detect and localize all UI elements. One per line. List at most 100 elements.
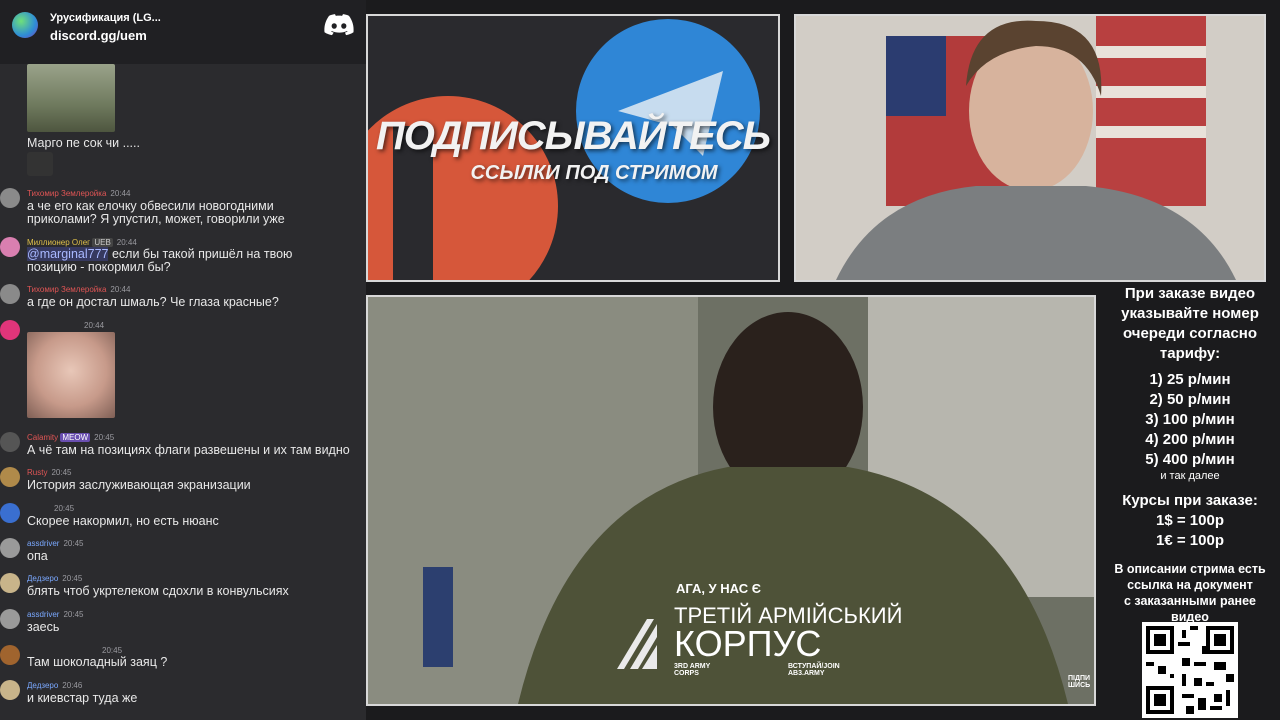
author-name: assdriver bbox=[27, 610, 60, 619]
info-line: очереди согласно bbox=[1122, 325, 1258, 342]
chat-message-text: @marginal777 если бы такой пришёл на тво… bbox=[27, 247, 293, 261]
corps-logo-icon bbox=[617, 619, 657, 669]
doc-note: ссылка на документ bbox=[1127, 578, 1253, 592]
chat-author[interactable]: assdriver 20:45 bbox=[27, 539, 83, 548]
doc-note: с заказанными ранее bbox=[1123, 594, 1256, 608]
discord-avatar-icon[interactable] bbox=[0, 320, 20, 340]
chat-author[interactable]: Миллионер Олег UEB 20:44 bbox=[27, 238, 137, 247]
discord-icon[interactable] bbox=[324, 14, 354, 36]
chat-message-text: заесь bbox=[27, 620, 60, 634]
role-badge: MEOW bbox=[60, 433, 91, 442]
author-name: Дедзеро bbox=[27, 574, 59, 583]
promo-subtitle: ССЫЛКИ ПОД СТРИМОМ bbox=[470, 162, 718, 184]
avatar[interactable] bbox=[0, 467, 20, 487]
chat-message-text: Скорее накормил, но есть нюанс bbox=[27, 514, 219, 528]
chat-message-text: приколами? Я упустил, может, говорили уж… bbox=[27, 212, 285, 226]
chat-header: Урусификация (LG... discord.gg/uem bbox=[0, 0, 366, 64]
rate-usd: 1$ = 100р bbox=[1156, 512, 1224, 529]
chat-author[interactable]: Calamity MEOW 20:45 bbox=[27, 433, 114, 442]
avatar[interactable] bbox=[0, 432, 20, 452]
timestamp: 20:45 bbox=[102, 646, 123, 655]
courses-title: Курсы при заказе: bbox=[1122, 492, 1258, 509]
chat-message-text: А чё там на позициях флаги развешены и и… bbox=[27, 443, 350, 457]
avatar[interactable] bbox=[0, 573, 20, 593]
avatar[interactable] bbox=[0, 284, 20, 304]
doc-note: В описании стрима есть bbox=[1114, 562, 1266, 576]
avatar[interactable] bbox=[0, 609, 20, 629]
tariff-item: 3) 100 р/мин bbox=[1145, 411, 1235, 428]
chat-message-text: Там шоколадный заяц ? bbox=[27, 655, 168, 669]
tariff-item: 2) 50 р/мин bbox=[1149, 391, 1231, 408]
chat-author[interactable]: Тихомир Землеройка 20:44 bbox=[27, 189, 130, 198]
user-mention[interactable]: @marginal777 bbox=[27, 247, 109, 261]
info-line: При заказе видео bbox=[1124, 285, 1256, 302]
webcam-image bbox=[796, 16, 1264, 280]
rate-eur: 1€ = 100р bbox=[1156, 532, 1224, 549]
server-name: Урусификация (LG... bbox=[50, 12, 161, 24]
chat-author[interactable]: Rusty 20:45 bbox=[27, 468, 71, 477]
avatar[interactable] bbox=[0, 538, 20, 558]
author-name: Миллионер Олег bbox=[27, 238, 91, 247]
timestamp: 20:44 bbox=[84, 321, 105, 330]
subscribe-label: ПІДПИ ШИСЬ bbox=[1068, 675, 1091, 689]
author-name: assdriver bbox=[27, 539, 60, 548]
video-caption: АГА, У НАС Є bbox=[676, 581, 761, 596]
avatar[interactable] bbox=[0, 188, 20, 208]
timestamp: 20:44 bbox=[110, 189, 131, 198]
info-line: указывайте номер bbox=[1121, 305, 1259, 322]
emoji-image bbox=[27, 152, 53, 176]
main-video[interactable]: АГА, У НАС Є ТРЕТІЙ АРМІЙСЬКИЙ КОРПУС 3R… bbox=[366, 295, 1096, 706]
tariff-item: 5) 400 р/мин bbox=[1145, 451, 1235, 468]
chat-message-text: блять чтоб укртелеком сдохли в конвульси… bbox=[27, 584, 289, 598]
chat-message-text: позицию - покормил бы? bbox=[27, 260, 171, 274]
role-badge: UEB bbox=[92, 238, 113, 247]
chat-message-text: История заслуживающая экранизации bbox=[27, 478, 251, 492]
info-line: тарифу: bbox=[1159, 345, 1221, 362]
timestamp: 20:45 bbox=[62, 574, 83, 583]
chat-message-text: а че его как елочку обвесили новогодними bbox=[27, 199, 274, 213]
author-name: Дедзеро bbox=[27, 681, 59, 690]
order-info-panel: При заказе видео указывайте номер очеред… bbox=[1100, 284, 1280, 625]
tariff-etc: и так далее bbox=[1160, 470, 1220, 482]
timestamp: 20:44 bbox=[110, 285, 131, 294]
timestamp: 20:45 bbox=[54, 504, 75, 513]
timestamp: 20:45 bbox=[51, 468, 72, 477]
attachment-image[interactable] bbox=[27, 64, 115, 132]
timestamp: 20:45 bbox=[94, 433, 115, 442]
tariff-item: 1) 25 р/мин bbox=[1149, 371, 1231, 388]
avatar[interactable] bbox=[0, 237, 20, 257]
chat-message-text: а где он достал шмаль? Че глаза красные? bbox=[27, 295, 279, 309]
chat-author[interactable]: Тихомир Землеройка 20:44 bbox=[27, 285, 130, 294]
author-name: Тихомир Землеройка bbox=[27, 189, 107, 198]
avatar[interactable] bbox=[0, 503, 20, 523]
server-invite-link[interactable]: discord.gg/uem bbox=[50, 28, 147, 43]
attachment-image[interactable] bbox=[27, 332, 115, 418]
brand-line2: КОРПУС bbox=[674, 623, 822, 664]
chat-author[interactable]: Дедзеро 20:46 bbox=[27, 681, 82, 690]
author-name: Calamity bbox=[27, 433, 59, 442]
chat-author[interactable]: 20:45 bbox=[50, 504, 74, 513]
timestamp: 20:46 bbox=[62, 681, 83, 690]
qr-code[interactable] bbox=[1142, 622, 1238, 718]
chat-author[interactable]: 20:45 bbox=[98, 646, 122, 655]
promo-banner: ПОДПИСЫВАЙТЕСЬ ССЫЛКИ ПОД СТРИМОМ bbox=[366, 14, 780, 282]
chat-author[interactable]: assdriver 20:45 bbox=[27, 610, 83, 619]
webcam-feed bbox=[794, 14, 1266, 282]
avatar[interactable] bbox=[0, 680, 20, 700]
chat-message-text: опа bbox=[27, 549, 48, 563]
timestamp: 20:44 bbox=[116, 238, 137, 247]
chat-message-text: и киевстар туда же bbox=[27, 691, 138, 705]
join-label[interactable]: ВСТУПАЙ/JOIN AB3.ARMY bbox=[788, 663, 840, 677]
author-name: Rusty bbox=[27, 468, 48, 477]
avatar[interactable] bbox=[0, 645, 20, 665]
chat-message-text: Марго пе сок чи ..... bbox=[27, 136, 140, 150]
timestamp: 20:45 bbox=[63, 610, 84, 619]
timestamp: 20:45 bbox=[63, 539, 84, 548]
corps-label: 3RD ARMY CORPS bbox=[674, 663, 711, 677]
chat-author[interactable]: 20:44 bbox=[80, 321, 104, 330]
author-name: Тихомир Землеройка bbox=[27, 285, 107, 294]
promo-title: ПОДПИСЫВАЙТЕСЬ bbox=[375, 114, 771, 158]
server-icon[interactable] bbox=[12, 12, 38, 38]
tariff-item: 4) 200 р/мин bbox=[1145, 431, 1235, 448]
chat-author[interactable]: Дедзеро 20:45 bbox=[27, 574, 82, 583]
